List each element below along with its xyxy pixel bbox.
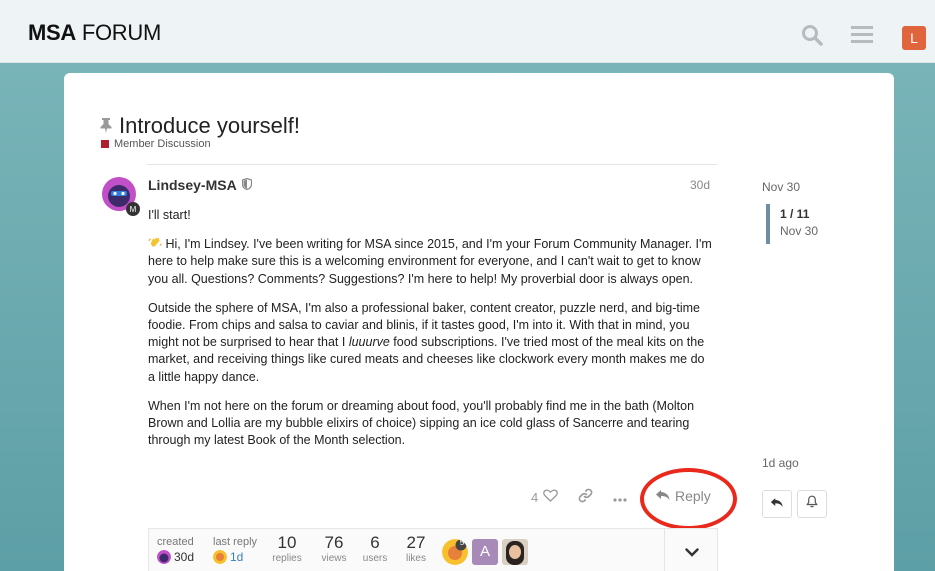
- views-stat: 76 views: [317, 533, 351, 564]
- hamburger-menu-icon[interactable]: [851, 24, 873, 49]
- replies-count: 10: [277, 533, 297, 552]
- likes-stat: 27 likes: [399, 533, 433, 564]
- participant-avatar-photo[interactable]: [502, 539, 528, 565]
- author-name-text: Lindsey-MSA: [148, 177, 237, 193]
- likes-label: likes: [405, 553, 426, 564]
- topic-map: created 30d last reply 1d 10 replies 76 …: [148, 528, 718, 571]
- timeline-position-date: Nov 30: [780, 224, 819, 238]
- bell-icon: [806, 495, 818, 513]
- created-label: created: [157, 536, 194, 548]
- post-actions: 4: [531, 487, 647, 507]
- timeline-start-date[interactable]: Nov 30: [762, 180, 800, 194]
- category-badge[interactable]: Member Discussion: [101, 138, 211, 150]
- users-count: 6: [370, 533, 380, 552]
- site-header: MSA FORUM L: [0, 0, 935, 63]
- timeline-end-label[interactable]: 1d ago: [762, 456, 799, 470]
- author-name[interactable]: Lindsey-MSA: [148, 177, 252, 193]
- last-replier-mini-avatar: [213, 550, 227, 564]
- participant-post-count-badge: 5: [459, 538, 465, 547]
- timeline-position: 1 / 11: [780, 207, 810, 221]
- post-paragraph: I'll start!: [148, 208, 191, 222]
- creator-mini-avatar: [157, 550, 171, 564]
- last-reply-value: 1d: [230, 550, 244, 564]
- site-logo[interactable]: MSA FORUM: [28, 20, 161, 46]
- user-avatar-button[interactable]: L: [902, 26, 926, 50]
- waving-hand-icon: [148, 236, 162, 250]
- timeline-reply-button[interactable]: [762, 490, 792, 518]
- post-paragraph: Outside the sphere of MSA, I'm also a pr…: [148, 300, 713, 386]
- post-divider: [147, 164, 717, 165]
- logo-light: FORUM: [81, 20, 161, 45]
- post-date[interactable]: 30d: [690, 178, 710, 192]
- category-color-square: [101, 140, 109, 148]
- post-paragraph: When I'm not here on the forum or dreami…: [148, 398, 695, 448]
- likes-count: 27: [406, 533, 426, 552]
- timeline-notifications-button[interactable]: [797, 490, 827, 518]
- users-label: users: [362, 553, 388, 564]
- category-name: Member Discussion: [114, 138, 211, 150]
- participant-avatar-letter[interactable]: A: [472, 539, 498, 565]
- more-options-icon[interactable]: [613, 490, 627, 505]
- created-column[interactable]: created 30d: [157, 536, 194, 564]
- moderator-shield-icon: [241, 177, 252, 193]
- highlight-circle-annotation: [640, 468, 737, 530]
- created-value: 30d: [174, 550, 195, 564]
- last-reply-label: last reply: [213, 536, 258, 548]
- last-reply-column[interactable]: last reply 1d: [213, 536, 257, 564]
- pin-icon[interactable]: [99, 113, 113, 139]
- link-icon[interactable]: [578, 488, 593, 506]
- post-body: I'll start! Hi, I'm Lindsey. I've been w…: [148, 207, 713, 461]
- post-emphasis: luuurve: [348, 335, 390, 350]
- heart-icon[interactable]: [543, 489, 559, 505]
- views-count: 76: [324, 533, 344, 552]
- users-stat: 6 users: [360, 533, 390, 564]
- logo-bold: MSA: [28, 20, 76, 45]
- chevron-down-icon: [685, 544, 699, 562]
- views-label: views: [321, 553, 347, 564]
- svg-text:M: M: [130, 205, 137, 214]
- like-count[interactable]: 4: [531, 490, 538, 505]
- author-avatar[interactable]: M: [101, 176, 141, 216]
- timeline-scroller-handle[interactable]: [766, 204, 770, 244]
- search-icon[interactable]: [801, 24, 823, 51]
- topic-title-text: Introduce yourself!: [119, 113, 300, 138]
- replies-label: replies: [272, 553, 302, 564]
- replies-stat: 10 replies: [270, 533, 304, 564]
- post-paragraph-text: Hi, I'm Lindsey. I've been writing for M…: [148, 237, 712, 286]
- topic-title[interactable]: Introduce yourself!: [99, 113, 300, 139]
- reply-arrow-icon: [770, 495, 784, 513]
- expand-topic-map-button[interactable]: [664, 529, 719, 571]
- post-paragraph: Hi, I'm Lindsey. I've been writing for M…: [148, 236, 713, 288]
